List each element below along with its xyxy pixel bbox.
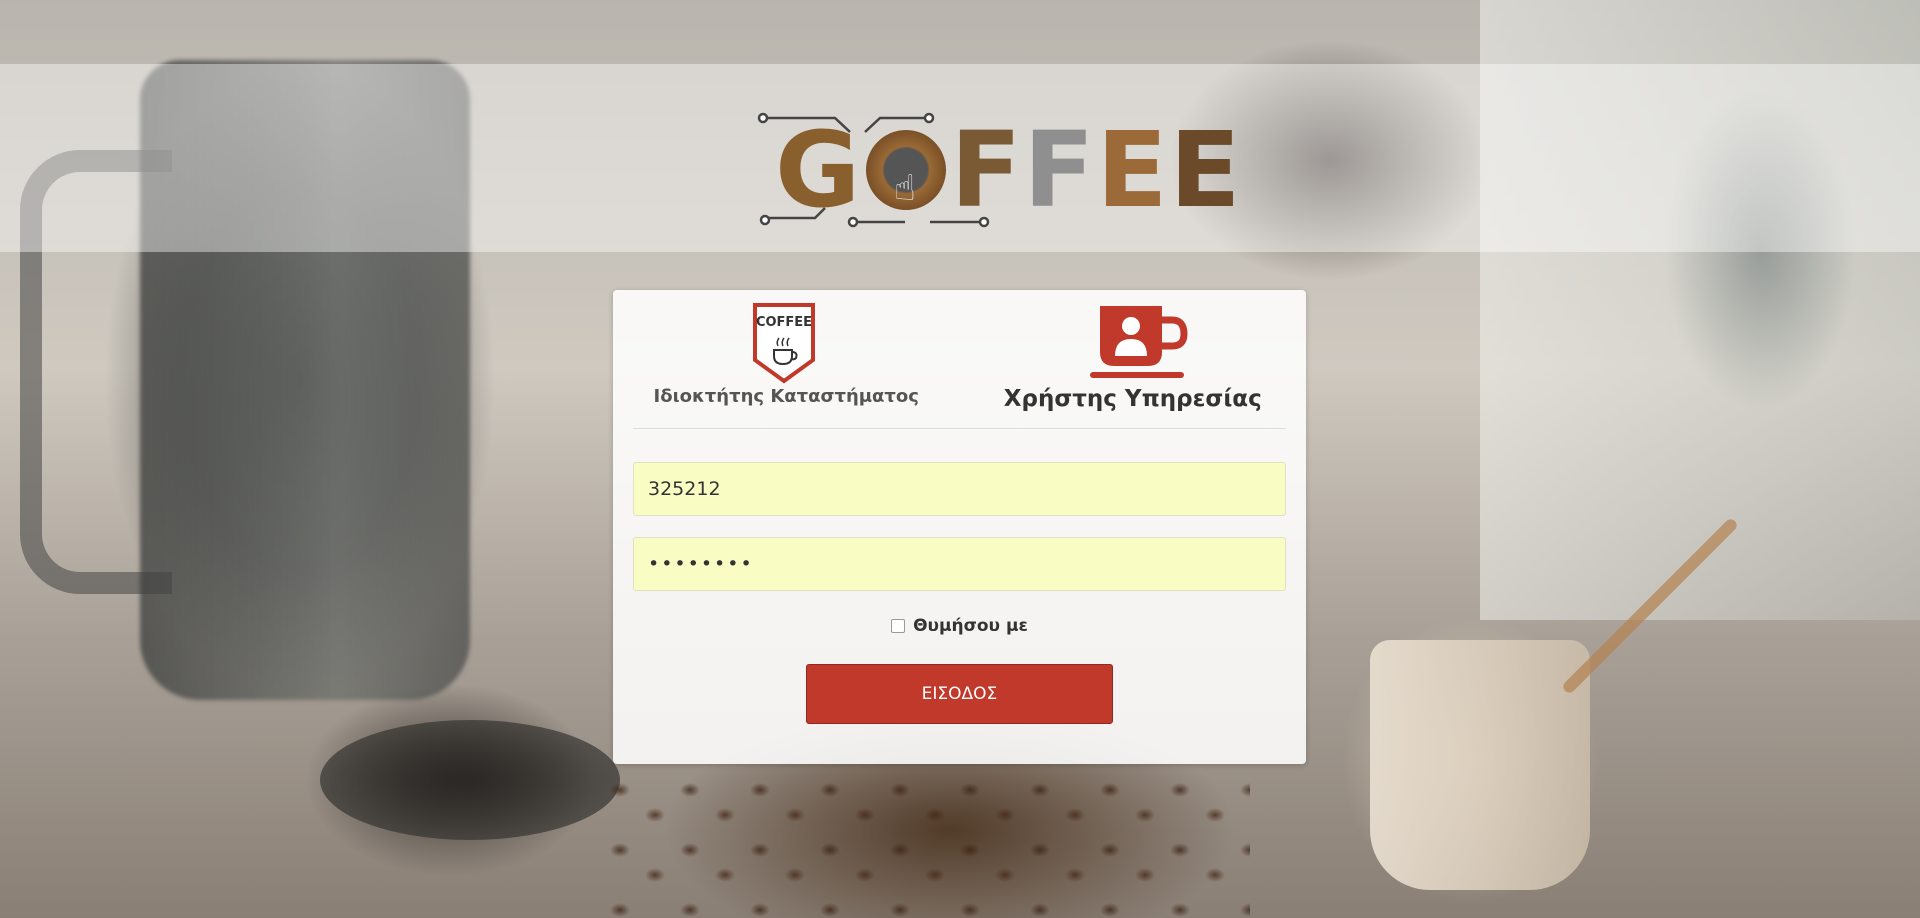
tab-service-user[interactable]: Χρήστης Υπηρεσίας — [960, 290, 1307, 428]
svg-text:COFFEE: COFFEE — [756, 315, 812, 330]
user-cup-icon — [1089, 306, 1188, 378]
remember-me-label[interactable]: Θυμήσου με — [913, 616, 1028, 636]
tab-store-owner[interactable]: COFFEE Ιδιοκτήτης Καταστήματος — [613, 290, 960, 428]
remember-me-checkbox[interactable] — [891, 619, 906, 633]
logo-pointer-circle-icon: ☝ — [866, 130, 947, 210]
logo-letter-f: F — [950, 109, 1024, 231]
role-selector: COFFEE Ιδιοκτήτης Καταστήματος Χρήστης Υ… — [613, 290, 1306, 428]
login-button[interactable]: ΕΙΣΟΔΟΣ — [806, 664, 1113, 724]
tab-service-user-label: Χρήστης Υπηρεσίας — [1003, 386, 1262, 412]
logo-letter-e: E — [1096, 109, 1170, 231]
logo-letter-f: F — [1023, 109, 1097, 231]
username-field[interactable] — [633, 462, 1286, 516]
coffee-shield-icon: COFFEE — [753, 303, 815, 384]
svg-text:☝: ☝ — [894, 168, 918, 209]
remember-me: Θυμήσου με — [613, 614, 1306, 638]
goffee-logo: G ☝ F F E E — [755, 109, 1241, 231]
logo-letter-e: E — [1169, 109, 1243, 231]
login-card: COFFEE Ιδιοκτήτης Καταστήματος Χρήστης Υ… — [613, 290, 1306, 764]
password-field[interactable] — [633, 537, 1286, 591]
logo-letter-g: G — [775, 109, 863, 231]
divider — [633, 428, 1286, 429]
tab-store-owner-label: Ιδιοκτήτης Καταστήματος — [653, 386, 919, 407]
